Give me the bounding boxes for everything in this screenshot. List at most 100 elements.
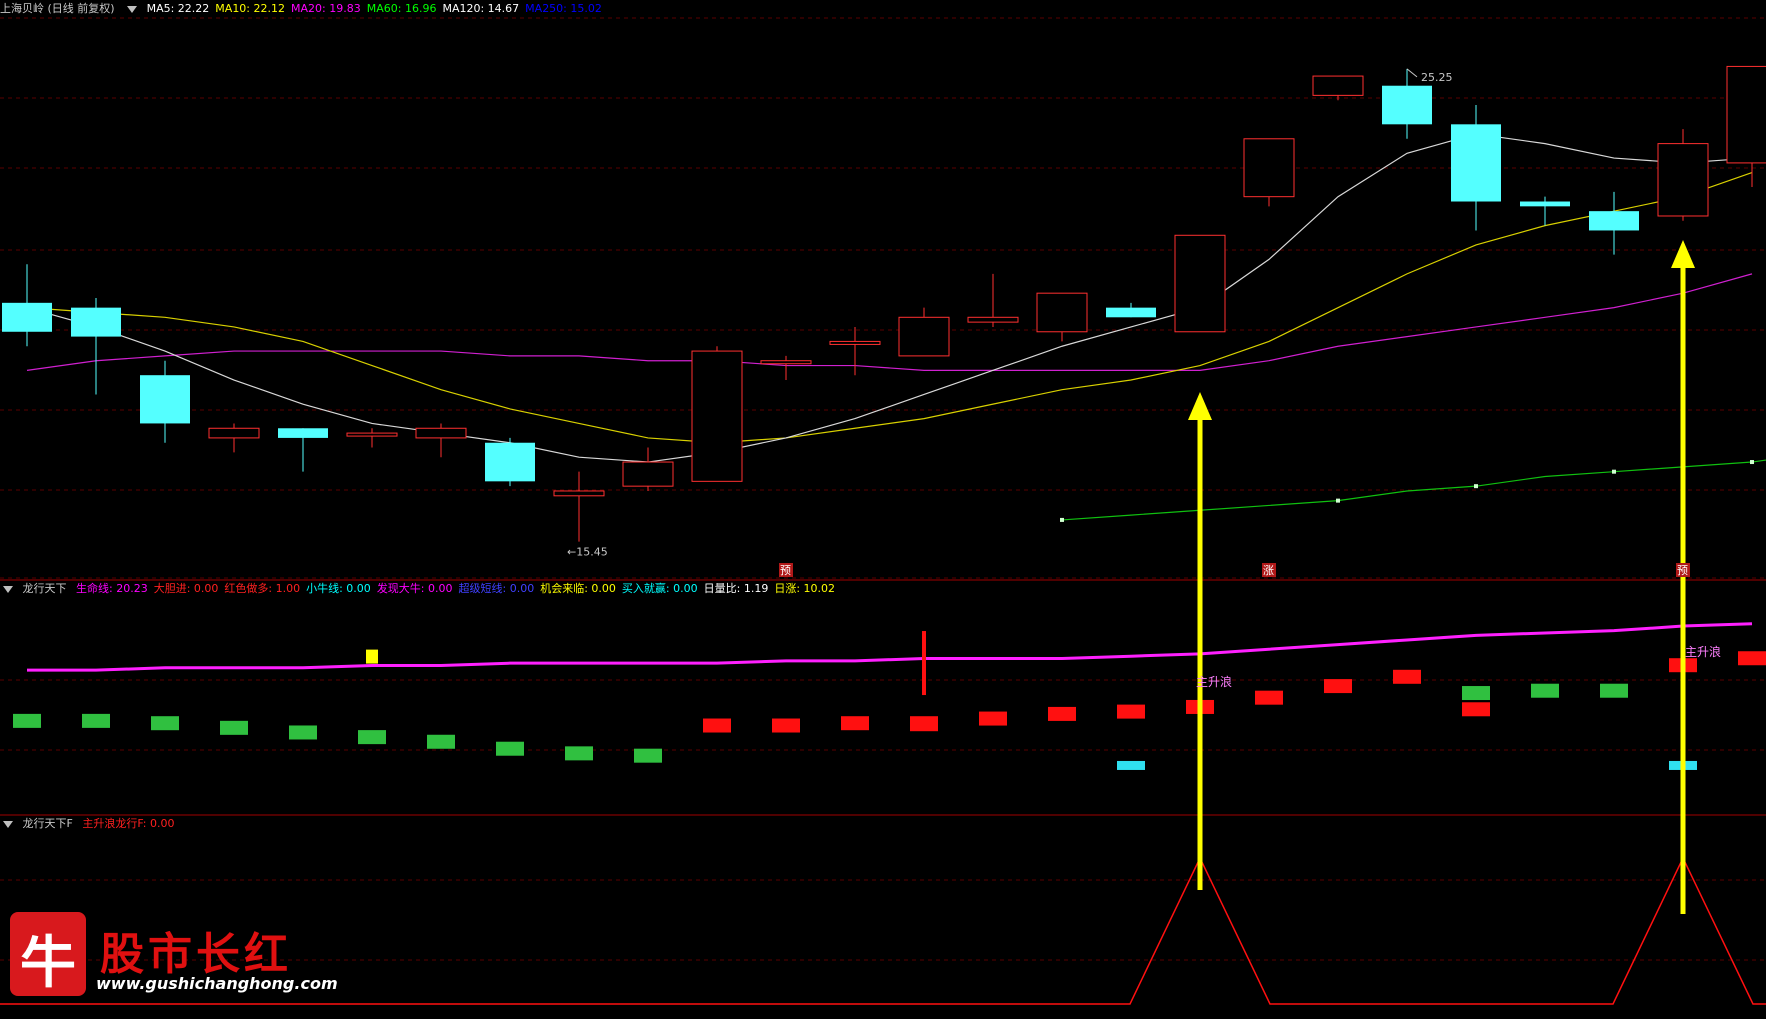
candle-body-up: [208, 427, 260, 439]
cross-marker-bar: [910, 719, 938, 732]
candle-body-up: [553, 490, 605, 497]
candle-body-up: [691, 350, 743, 482]
candle-body-down: [1520, 201, 1570, 207]
ind2-legend-item: 主升浪龙行F: 0.00: [82, 817, 175, 830]
low-price-label: ←15.45: [567, 546, 608, 559]
ma10-line: [26, 171, 1753, 444]
cyan-marker: [1117, 760, 1145, 770]
yellow-marker: [366, 649, 378, 664]
ma60-dot: [1060, 517, 1064, 522]
marker-zhang: 涨: [1263, 564, 1274, 577]
candle-body-up: [898, 316, 950, 357]
ind1-legend-item: 生命线: 20.23: [76, 582, 148, 595]
dropdown-icon[interactable]: [127, 5, 138, 13]
main-wave-label-2: 主升浪: [1685, 644, 1721, 659]
ind1-legend-item: 日涨: 10.02: [774, 582, 836, 595]
ma-legend-item: MA120: 14.67: [442, 2, 520, 15]
logo-title: 股市长红: [100, 929, 292, 980]
moving-average-lines: [26, 133, 1766, 522]
stock-title[interactable]: 上海贝岭 (日线 前复权): [0, 2, 115, 15]
candle-body-down: [71, 307, 121, 337]
ind1-legend-item: 红色做多: 1.00: [224, 582, 301, 595]
signal-bar-green: [1600, 683, 1628, 698]
signal-bar-red: [979, 711, 1007, 726]
candle-body-up: [415, 427, 467, 439]
candle-body-down: [1451, 124, 1501, 202]
signal-bar-green: [220, 720, 248, 735]
candle-body-up: [829, 340, 881, 345]
signal-bar-red: [1393, 669, 1421, 684]
signal-bar-red: [1048, 706, 1076, 721]
signal-bar-red: [703, 718, 731, 733]
signal-arrow-1-head: [1188, 392, 1212, 420]
ma-legend-item: MA250: 15.02: [525, 2, 602, 15]
candle-body-down: [2, 302, 52, 332]
signal-bar-red: [1324, 679, 1352, 694]
ind1-legend-item: 小牛线: 0.00: [306, 582, 371, 595]
signal-bar-red: [1462, 702, 1490, 717]
logo-char: 牛: [20, 930, 76, 996]
life-line: [27, 622, 1753, 672]
candle-body-up: [1036, 292, 1088, 333]
dropdown-icon[interactable]: [3, 585, 13, 593]
ma60-dot: [1474, 484, 1478, 489]
candle-body-up: [1174, 234, 1226, 333]
signal-bar-green: [1462, 686, 1490, 701]
candle-body-up: [760, 360, 812, 365]
candle-body-down: [1382, 85, 1432, 125]
ma-legend-item: MA60: 16.96: [366, 2, 437, 15]
marker-yu: 预: [780, 564, 791, 577]
high-price-label: 25.25: [1421, 71, 1453, 84]
signal-bar-green: [13, 713, 41, 728]
signal-bar-green: [358, 730, 386, 745]
signal-bar-red: [1255, 690, 1283, 705]
signal-bar-green: [496, 741, 524, 756]
indicator-1-header: 龙行天下 生命线: 20.23 大胆进: 0.00 红色做多: 1.00 小牛线: 0…: [0, 581, 847, 597]
candle-body-down: [1589, 211, 1639, 231]
indicator-2-title[interactable]: 龙行天下F: [23, 817, 73, 830]
candle-body-up: [346, 432, 398, 437]
indicator-1-pane: [13, 622, 1766, 770]
ind1-legend-item: 大胆进: 0.00: [153, 582, 219, 595]
candle-body-down: [1106, 307, 1156, 318]
signal-bar-red: [1117, 704, 1145, 719]
candle-body-up: [1726, 65, 1766, 164]
signal-bar-green: [427, 734, 455, 749]
ind1-legend-item: 超级短线: 0.00: [458, 582, 535, 595]
signal-bar-green: [82, 713, 110, 728]
main-chart-header: 上海贝岭 (日线 前复权) MA5: 22.22 MA10: 22.12 MA20:…: [0, 1, 614, 17]
ind1-legend-item: 发现大牛: 0.00: [376, 582, 453, 595]
cross-marker-stem: [922, 631, 926, 696]
candle-body-down: [140, 375, 190, 424]
signal-arrow-2-head: [1671, 240, 1695, 268]
signal-bar-green: [1531, 683, 1559, 698]
candle-body-down: [278, 428, 328, 438]
high-pointer: [1406, 68, 1418, 78]
candle-body-up: [622, 461, 674, 487]
signal-bar-green: [565, 746, 593, 761]
signal-bar-green: [634, 748, 662, 763]
ma60-dot: [1750, 460, 1754, 465]
ma-legend-item: MA5: 22.22: [146, 2, 210, 15]
ma60-dot: [1612, 469, 1616, 474]
dropdown-icon[interactable]: [3, 820, 13, 828]
ma-legend-item: MA20: 19.83: [291, 2, 361, 15]
chart-canvas: 25.25←15.45主升浪主升浪预涨预: [0, 17, 1766, 1005]
candle-body-down: [485, 442, 535, 482]
signal-bar-red: [1738, 651, 1766, 666]
candle-body-up: [1243, 138, 1295, 198]
indicator-2-header: 龙行天下F 主升浪龙行F: 0.00: [0, 816, 187, 832]
candle-body-up: [1657, 143, 1709, 217]
ma-legend-item: MA10: 22.12: [215, 2, 286, 15]
signal-bar-red: [841, 716, 869, 731]
signal-bar-green: [289, 725, 317, 740]
indicator-1-title[interactable]: 龙行天下: [23, 582, 67, 595]
ma20-line: [26, 273, 1753, 371]
ind1-legend-item: 日量比: 1.19: [703, 582, 769, 595]
main-wave-label-1: 主升浪: [1196, 674, 1232, 689]
candle-body-up: [1312, 75, 1364, 96]
candle-body-up: [967, 316, 1019, 323]
marker-3: 预: [1677, 564, 1688, 577]
watermark-logo: 牛 股市长红 www.gushichanghong.com: [6, 912, 338, 1012]
ma60-dot: [1336, 498, 1340, 503]
